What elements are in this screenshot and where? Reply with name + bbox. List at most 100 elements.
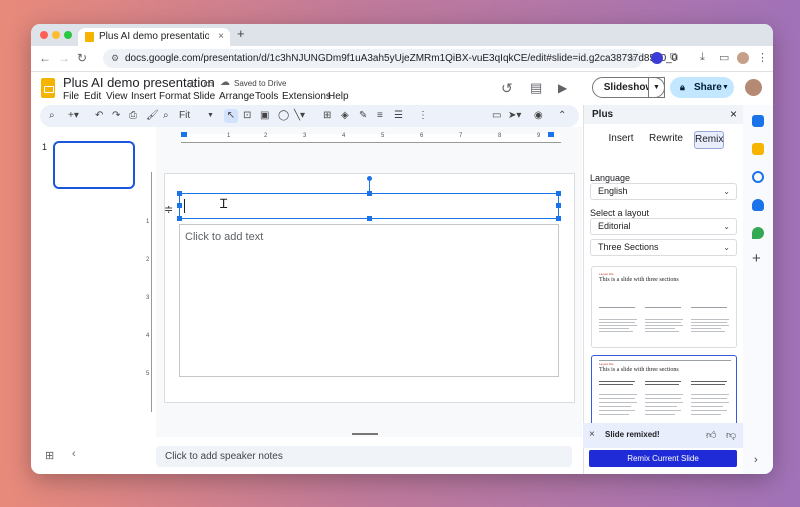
close-window-button[interactable] (40, 31, 48, 39)
remix-current-slide-button[interactable]: Remix Current Slide (589, 450, 737, 467)
thumbs-up-icon[interactable]: 👍︎ (706, 429, 716, 441)
layout-preview-1[interactable]: Layout title This is a slide with three … (591, 266, 737, 348)
pointer-icon[interactable]: ➤▾ (508, 109, 521, 123)
menu-help[interactable]: Help (328, 91, 349, 102)
resize-handle[interactable] (556, 203, 561, 208)
site-info-icon[interactable]: ⚙ (111, 49, 119, 68)
menu-extensions[interactable]: Extensions (282, 91, 331, 102)
text-align-icon[interactable]: ≑ (164, 203, 173, 216)
menu-insert[interactable]: Insert (131, 91, 156, 102)
print-icon[interactable]: ⎙ (129, 109, 137, 123)
collapse-toolbar-icon[interactable]: ⌃ (558, 109, 566, 123)
hide-side-panel-icon[interactable]: › (754, 454, 758, 466)
contacts-icon[interactable] (752, 199, 764, 211)
user-avatar[interactable] (745, 79, 762, 96)
text-box-icon[interactable]: ⊡ (243, 109, 251, 123)
border-dash-icon[interactable]: ☰ (394, 109, 403, 123)
select-tool-icon[interactable]: ↖ (224, 109, 238, 123)
menu-file[interactable]: File (63, 91, 79, 102)
resize-handle[interactable] (556, 191, 561, 196)
bookmark-star-icon[interactable]: ☆ (626, 49, 636, 68)
resize-handle[interactable] (367, 216, 372, 221)
resize-handle[interactable] (177, 203, 182, 208)
shape-icon[interactable]: ◯ (278, 109, 289, 123)
ruler-right-indent-marker[interactable] (548, 132, 554, 137)
zoom-icon[interactable]: ⌕ (163, 109, 169, 123)
tab-close-icon[interactable]: × (218, 28, 224, 46)
maximize-window-button[interactable] (64, 31, 72, 39)
maps-icon[interactable] (752, 227, 764, 239)
tab-remix[interactable]: Remix (694, 131, 724, 149)
keep-icon[interactable] (752, 143, 764, 155)
grid-view-icon[interactable]: ⊞ (45, 449, 54, 462)
menu-view[interactable]: View (106, 91, 128, 102)
zoom-dropdown-icon[interactable]: ▼ (207, 109, 214, 123)
new-tab-button[interactable]: + (237, 26, 245, 41)
tab-rewrite[interactable]: Rewrite (646, 131, 686, 147)
ruler-indent-marker[interactable] (181, 132, 187, 137)
body-placeholder[interactable] (179, 224, 559, 377)
record-icon[interactable]: ◉ (534, 109, 543, 123)
menu-arrange[interactable]: Arrange (219, 91, 255, 102)
slide-thumbnail[interactable] (53, 141, 135, 189)
speaker-notes[interactable]: Click to add speaker notes (156, 446, 572, 467)
panel-close-icon[interactable]: × (730, 105, 737, 124)
undo-icon[interactable]: ↶ (95, 109, 103, 123)
paint-format-icon[interactable]: 🖌︎ (146, 109, 159, 123)
search-menus-icon[interactable]: ⌕ (49, 109, 55, 123)
meet-video-icon[interactable]: ▶ (558, 81, 567, 95)
star-icon[interactable]: ☆ (187, 77, 198, 91)
zoom-select[interactable]: Fit (179, 109, 190, 123)
resize-handle[interactable] (556, 216, 561, 221)
version-history-icon[interactable]: ↺ (501, 80, 513, 97)
resize-handle[interactable] (367, 191, 372, 196)
notes-drag-handle[interactable] (352, 433, 378, 435)
preview-heading-line (691, 381, 727, 382)
new-slide-icon[interactable]: +▾ (68, 109, 79, 123)
share-button[interactable]: 🔒︎ Share ▼ (670, 77, 734, 98)
dismiss-status-icon[interactable]: × (589, 429, 595, 440)
plus-ai-extension-icon[interactable] (651, 52, 663, 64)
rotate-handle[interactable] (367, 176, 372, 181)
tab-insert[interactable]: Insert (604, 131, 638, 147)
resize-handle[interactable] (177, 216, 182, 221)
background-icon[interactable]: ▭ (492, 109, 501, 123)
more-options-icon[interactable]: ⋮ (418, 109, 428, 123)
calendar-icon[interactable] (752, 115, 764, 127)
collapse-filmstrip-icon[interactable]: ‹ (72, 448, 76, 460)
url-bar[interactable]: ⚙ docs.google.com/presentation/d/1c3hNJU… (103, 49, 677, 68)
menu-format[interactable]: Format (159, 91, 191, 102)
sections-select[interactable]: Three Sections ⌄ (590, 239, 737, 256)
reload-icon[interactable]: ↻ (77, 51, 87, 65)
minimize-window-button[interactable] (52, 31, 60, 39)
border-color-icon[interactable]: ✎ (359, 109, 367, 123)
line-icon[interactable]: ╲▾ (294, 109, 305, 123)
menu-tools[interactable]: Tools (255, 91, 278, 102)
share-dropdown-icon[interactable]: ▼ (722, 77, 729, 98)
tasks-icon[interactable] (752, 171, 764, 183)
forward-icon[interactable]: → (58, 51, 70, 65)
resize-handle[interactable] (177, 191, 182, 196)
language-select[interactable]: English ⌄ (590, 183, 737, 200)
move-folder-icon[interactable]: ▭ (203, 77, 213, 90)
border-weight-icon[interactable]: ≡ (377, 109, 383, 123)
comments-icon[interactable]: ▤ (530, 80, 542, 96)
layout-select[interactable]: Editorial ⌄ (590, 218, 737, 235)
download-icon[interactable]: ⤓ (700, 51, 705, 64)
horizontal-ruler[interactable] (181, 134, 561, 143)
image-icon[interactable]: ▣ (260, 109, 269, 123)
thumbs-down-icon[interactable]: 👎︎ (726, 429, 736, 441)
window-icon[interactable]: ▭ (719, 51, 729, 64)
profile-avatar[interactable] (737, 52, 749, 64)
redo-icon[interactable]: ↷ (112, 109, 120, 123)
slides-logo-icon[interactable] (41, 78, 55, 98)
browser-tab[interactable]: Plus AI demo presentation - G × (78, 28, 230, 46)
extensions-puzzle-icon[interactable]: ⧉ (670, 51, 678, 64)
menu-slide[interactable]: Slide (193, 91, 215, 102)
browser-menu-icon[interactable]: ⋮ (757, 51, 768, 64)
fill-color-icon[interactable]: ◈ (341, 109, 349, 123)
menu-edit[interactable]: Edit (84, 91, 101, 102)
back-icon[interactable]: ← (39, 51, 51, 65)
comment-add-icon[interactable]: ⊞ (323, 109, 331, 123)
get-addons-icon[interactable]: + (752, 250, 761, 267)
